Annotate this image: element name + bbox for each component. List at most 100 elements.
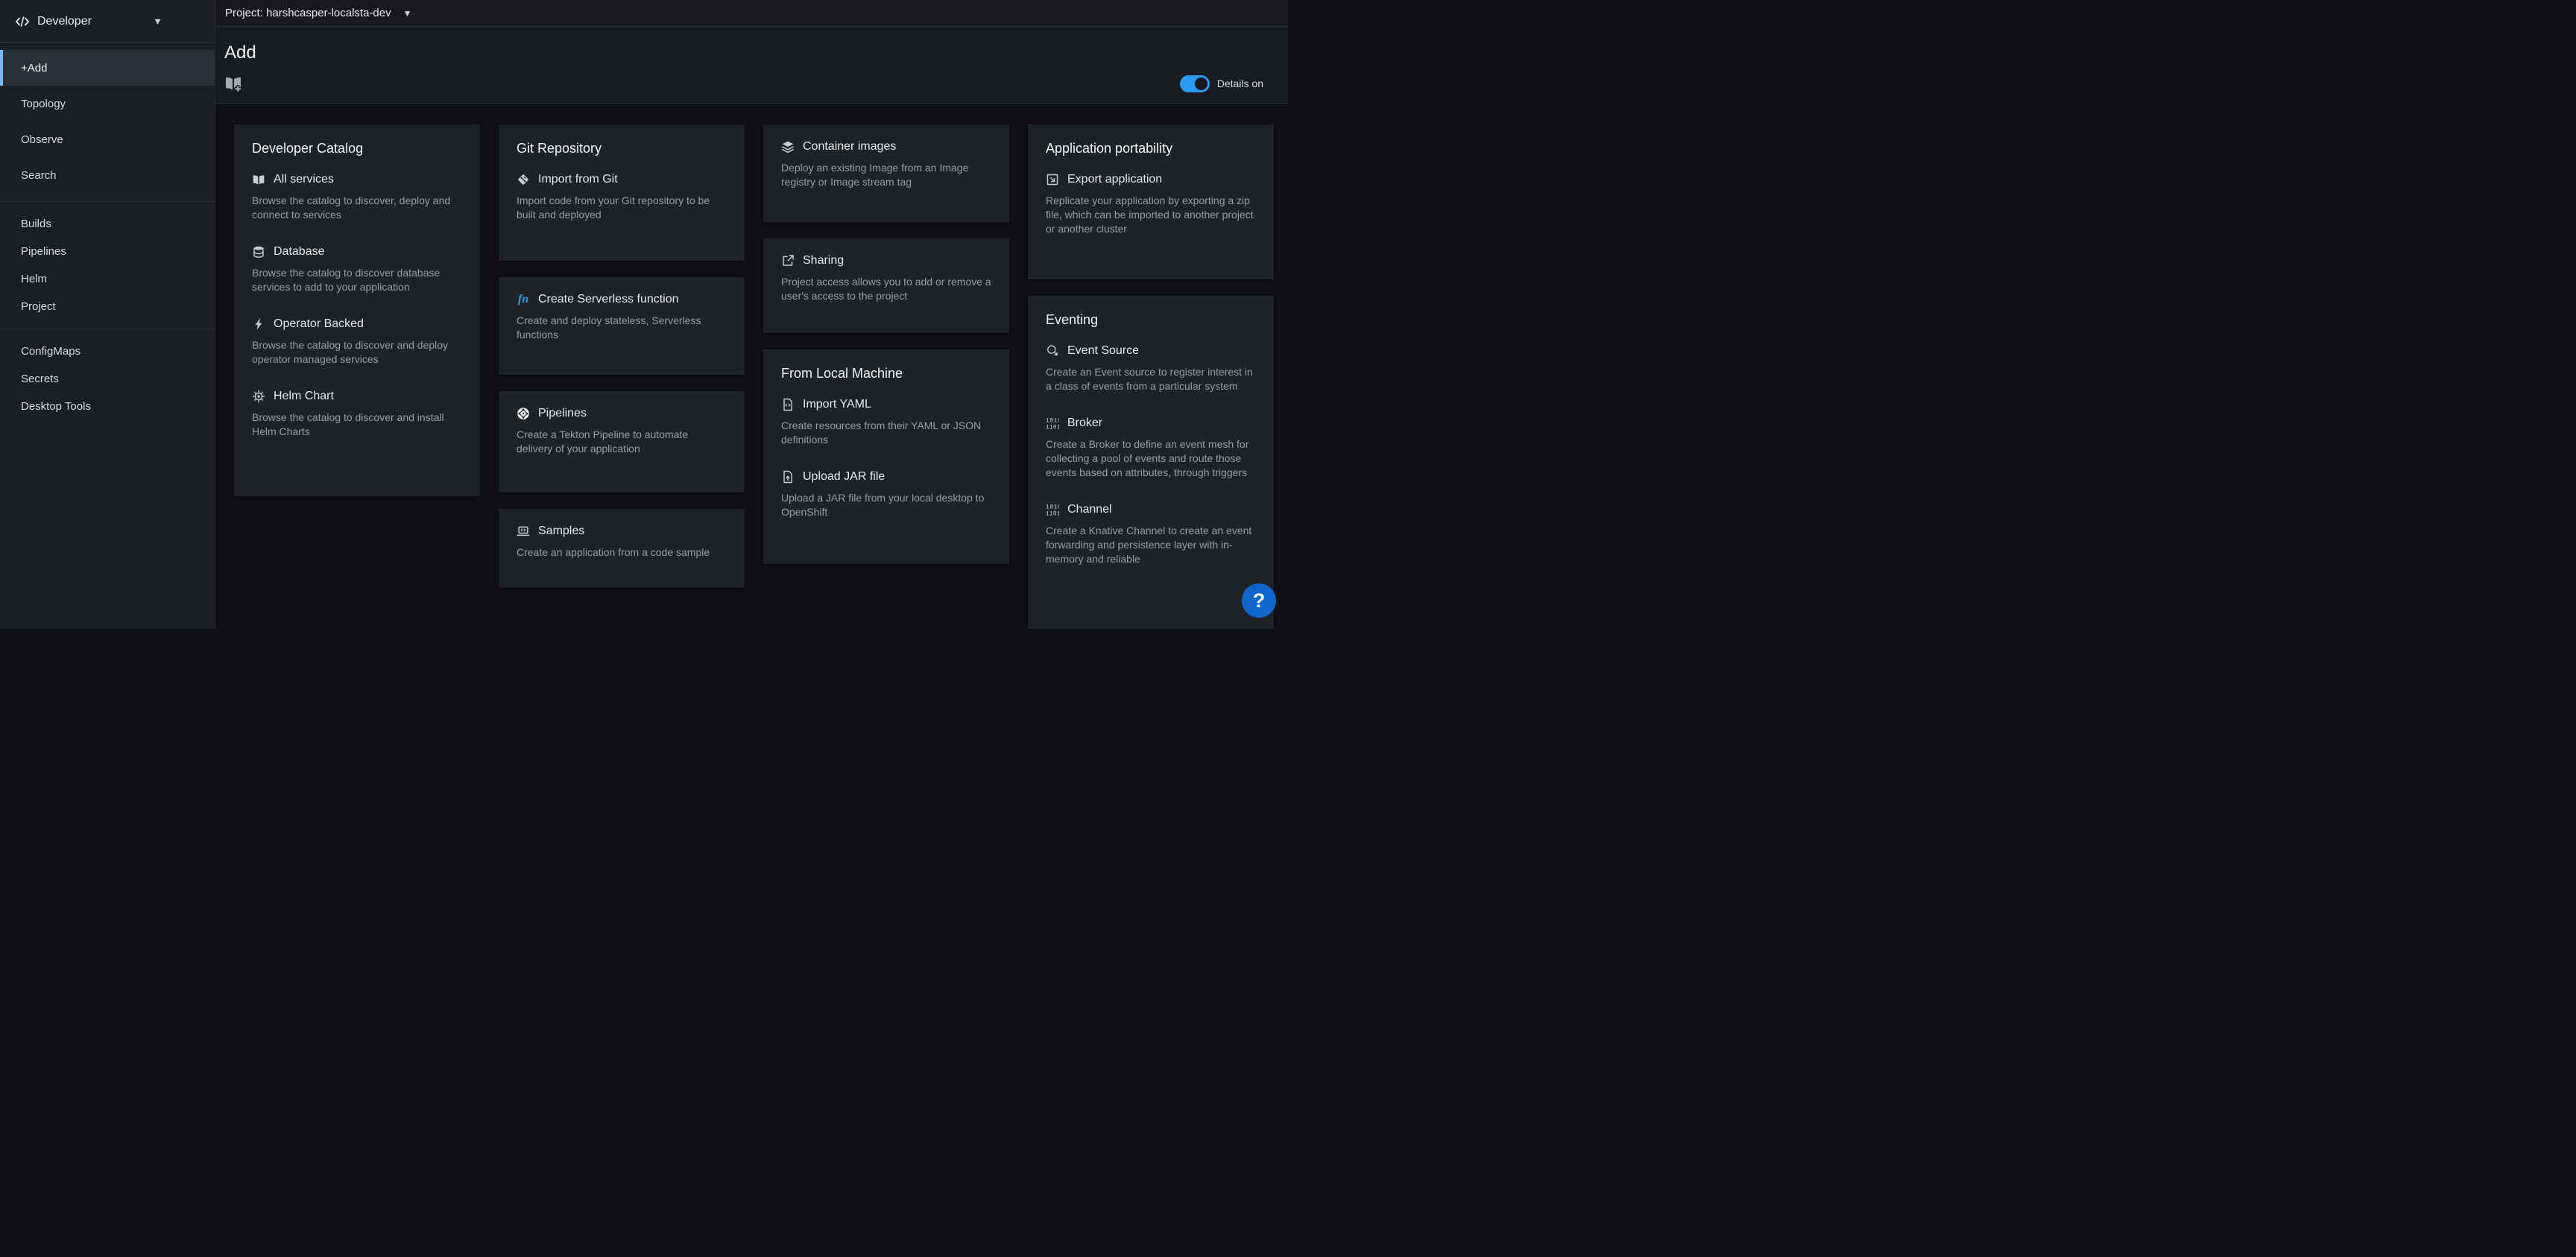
action-description: Create a Broker to define an event mesh … [1046,437,1256,480]
app-window: Developer ▼ +AddTopologyObserveSearch Bui… [0,0,1288,629]
add-action-samples[interactable]: SamplesCreate an application from a code… [517,524,727,560]
caret-down-icon: ▼ [403,8,412,19]
add-action-broker[interactable]: 101011011 Broker Create a Broker to define… [1046,416,1256,480]
action-description: Create resources from their YAML or JSON… [781,419,991,447]
sidebar-item-pipelines[interactable]: Pipelines [0,238,215,265]
tekton-pipelines-icon [517,407,530,420]
perspective-switcher[interactable]: Developer ▼ [0,0,215,43]
card-column: Developer CatalogAll servicesBrowse the … [234,124,480,496]
add-action-create-serverless-function[interactable]: fn Create Serverless function Create and d… [517,292,727,342]
add-action-sharing[interactable]: SharingProject access allows you to add … [781,253,991,303]
card: SharingProject access allows you to add … [763,238,1009,333]
binary-icon: 101011011 [1046,417,1059,430]
action-label: All services [274,172,334,187]
add-action-event-source[interactable]: Event Source Create an Event source to re… [1046,343,1256,393]
sidebar-item-secrets[interactable]: Secrets [0,365,215,393]
sidebar: Developer ▼ +AddTopologyObserveSearch Bui… [0,0,215,629]
action-label: Operator Backed [274,317,364,332]
sidebar-item-configmaps[interactable]: ConfigMaps [0,338,215,365]
add-action-container-images[interactable]: Container imagesDeploy an existing Image… [781,139,991,189]
action-description: Create a Tekton Pipeline to automate del… [517,428,727,456]
project-label: Project: harshcasper-localsta-dev [225,7,391,19]
card-title: Git Repository [517,139,727,157]
sidebar-item-helm[interactable]: Helm [0,265,215,293]
content-region: Project: harshcasper-localsta-dev ▼ Add … [215,0,1288,629]
card-developer-catalog: Developer CatalogAll servicesBrowse the … [234,124,480,496]
export-icon [1046,173,1059,186]
sidebar-item-add[interactable]: +Add [0,50,215,86]
card-git-repository: Git Repository Import from Git Import code… [499,124,745,261]
sidebar-item-search[interactable]: Search [0,157,215,193]
project-switcher[interactable]: Project: harshcasper-localsta-dev ▼ [225,7,412,19]
card-title: Eventing [1046,311,1256,329]
action-label: Upload JAR file [803,469,885,484]
fn-icon: fn [517,293,530,306]
perspective-label: Developer [37,15,92,28]
file-code-icon [781,398,795,411]
page-header: Add Details on [215,27,1288,104]
action-label: Samples [538,524,584,539]
card-eventing: Eventing Event Source Create an Event sour… [1028,296,1274,629]
add-action-channel[interactable]: 101011011 Channel Create a Knative Channel… [1046,502,1256,566]
add-action-all-services[interactable]: All servicesBrowse the catalog to discov… [252,172,462,222]
details-toggle[interactable] [1180,75,1210,92]
action-label: Create Serverless function [538,292,679,307]
sidebar-item-topology[interactable]: Topology [0,86,215,121]
helm-icon [252,390,265,403]
add-action-pipelines[interactable]: PipelinesCreate a Tekton Pipeline to aut… [517,406,727,456]
add-action-import-yaml[interactable]: Import YAMLCreate resources from their Y… [781,397,991,447]
sidebar-item-observe[interactable]: Observe [0,121,215,157]
file-upload-icon [781,470,795,484]
card-title: Developer Catalog [252,139,462,157]
event-source-icon [1046,344,1059,358]
guided-doc-book-plus-icon[interactable] [224,75,242,92]
share-icon [781,254,795,267]
sidebar-divider [0,201,215,202]
code-icon [15,14,30,29]
git-icon [517,173,530,186]
card-application-portability: Application portability Export applicatio… [1028,124,1274,279]
action-description: Create an Event source to register inter… [1046,365,1256,393]
card-title: Application portability [1046,139,1256,157]
action-label: Broker [1067,416,1102,431]
action-label: Export application [1067,172,1162,187]
layers-icon [781,140,795,153]
sidebar-item-project[interactable]: Project [0,293,215,320]
action-description: Browse the catalog to discover and insta… [252,411,462,439]
add-page-content: Developer CatalogAll servicesBrowse the … [215,104,1288,629]
action-label: Database [274,244,325,259]
action-description: Project access allows you to add or remo… [781,275,991,303]
add-action-operator-backed[interactable]: Operator Backed Browse the catalog to dis… [252,317,462,367]
action-description: Deploy an existing Image from an Image r… [781,161,991,189]
database-icon [252,245,265,259]
sidebar-item-desktoptools[interactable]: Desktop Tools [0,393,215,420]
add-action-import-from-git[interactable]: Import from Git Import code from your Git… [517,172,727,222]
add-action-export-application[interactable]: Export applicationReplicate your applica… [1046,172,1256,236]
action-label: Event Source [1067,343,1139,358]
action-description: Create and deploy stateless, Serverless … [517,314,727,342]
caret-down-icon: ▼ [153,16,162,27]
add-action-helm-chart[interactable]: Helm ChartBrowse the catalog to discover… [252,389,462,439]
svg-text:1010: 1010 [1046,504,1059,511]
add-action-database[interactable]: DatabaseBrowse the catalog to discover d… [252,244,462,294]
action-description: Browse the catalog to discover and deplo… [252,338,462,367]
card-column: Application portability Export applicatio… [1028,124,1274,629]
card-from-local-machine: From Local Machine Import YAMLCreate reso… [763,349,1009,564]
svg-text:11011: 11011 [1046,424,1059,430]
binary-icon: 101011011 [1046,503,1059,516]
svg-text:11011: 11011 [1046,510,1059,516]
card: SamplesCreate an application from a code… [499,509,745,588]
card: fn Create Serverless function Create and d… [499,277,745,375]
svg-text:1010: 1010 [1046,418,1059,425]
add-action-upload-jar-file[interactable]: Upload JAR fileUpload a JAR file from yo… [781,469,991,519]
action-description: Create a Knative Channel to create an ev… [1046,524,1256,566]
samples-icon [517,525,530,538]
action-label: Channel [1067,502,1112,517]
action-description: Import code from your Git repository to … [517,194,727,222]
action-label: Import from Git [538,172,618,187]
help-button[interactable]: ? [1242,583,1276,618]
sidebar-nav: +AddTopologyObserveSearch BuildsPipelines… [0,43,215,420]
card-title: From Local Machine [781,364,991,382]
page-title: Add [224,42,1263,64]
sidebar-item-builds[interactable]: Builds [0,210,215,238]
